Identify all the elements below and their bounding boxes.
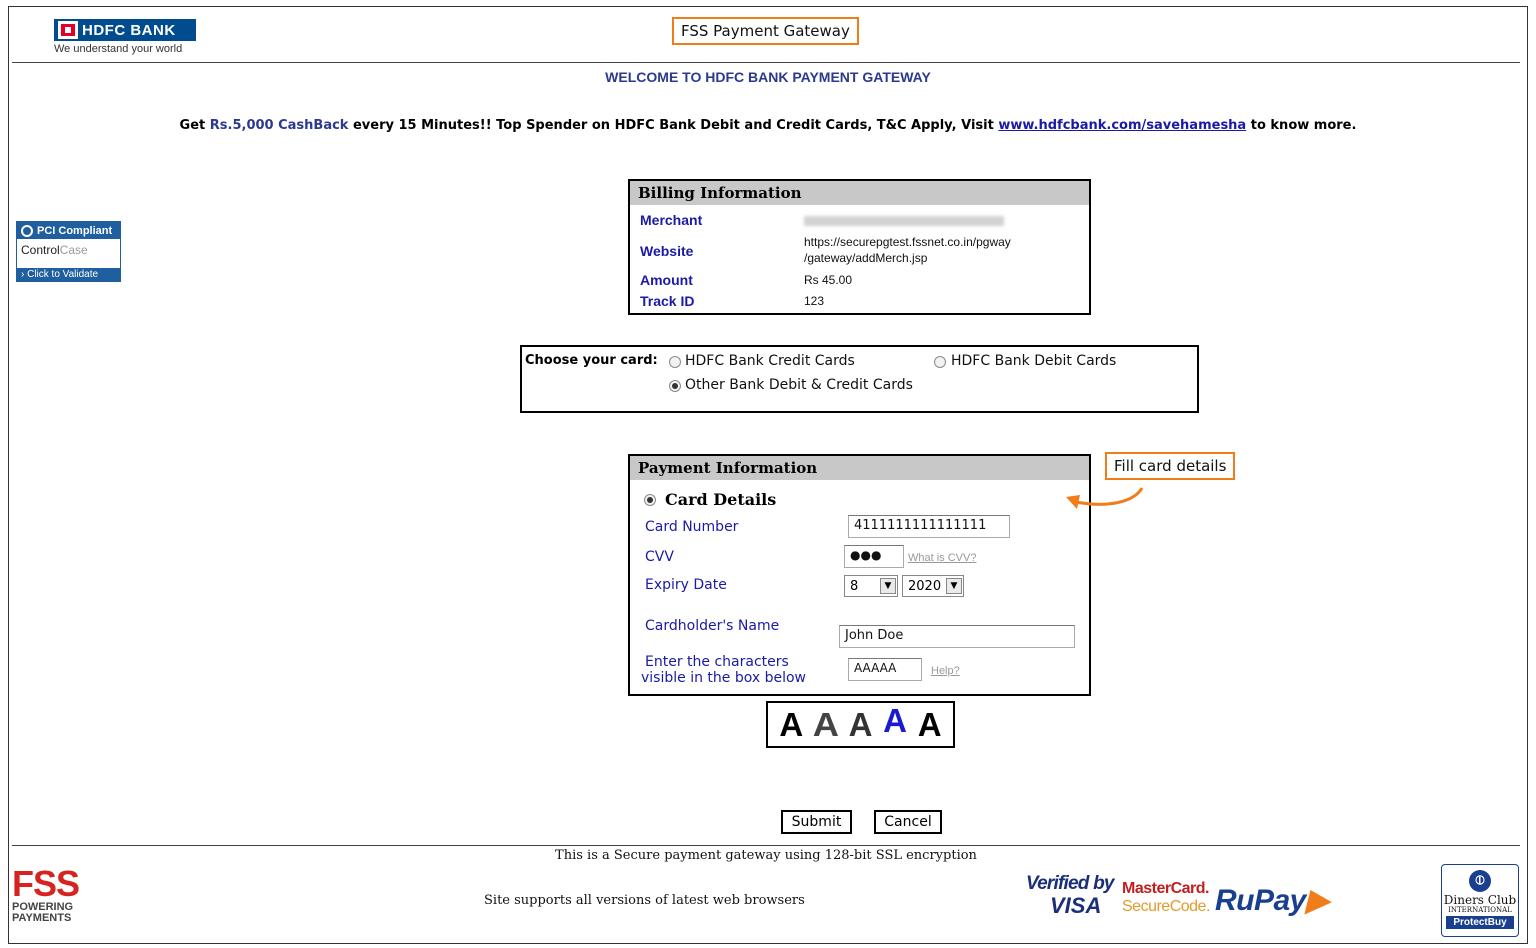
captcha-char: A bbox=[779, 705, 804, 743]
expiry-month-select[interactable]: 8 ▼ bbox=[844, 575, 898, 597]
chevron-down-icon: ▼ bbox=[880, 578, 896, 594]
captcha-input[interactable]: AAAAA bbox=[848, 658, 922, 681]
what-is-cvv-link[interactable]: What is CVV? bbox=[908, 552, 976, 564]
cancel-button[interactable]: Cancel bbox=[874, 810, 942, 834]
card-details-label: Card Details bbox=[665, 490, 777, 509]
amount-label: Amount bbox=[640, 272, 693, 288]
mastercard-securecode-logo: MasterCard. SecureCode. bbox=[1122, 880, 1210, 920]
radio-hdfc-credit[interactable] bbox=[669, 356, 681, 368]
expiry-year-select[interactable]: 2020 ▼ bbox=[902, 575, 964, 597]
card-number-label: Card Number bbox=[645, 519, 739, 535]
website-value-line2: /gateway/addMerch.jsp bbox=[804, 251, 928, 265]
diners-circle-icon: ⦶ bbox=[1469, 870, 1491, 892]
pci-badge-case: Case bbox=[59, 243, 88, 257]
pci-badge-title: PCI Compliant bbox=[37, 224, 113, 237]
verified-by-visa-logo: Verified by VISA bbox=[1026, 873, 1116, 923]
pci-badge-control: Control bbox=[21, 243, 60, 257]
option-hdfc-credit[interactable]: HDFC Bank Credit Cards bbox=[685, 353, 855, 369]
merchant-label: Merchant bbox=[640, 212, 703, 228]
rupay-arrow-icon: ▶ bbox=[1305, 884, 1329, 917]
billing-information-panel: Billing Information Merchant Website htt… bbox=[628, 179, 1091, 315]
secure-gateway-text: This is a Secure payment gateway using 1… bbox=[555, 848, 977, 863]
captcha-char: A bbox=[812, 705, 840, 743]
option-other-bank[interactable]: Other Bank Debit & Credit Cards bbox=[685, 377, 913, 393]
annotation-arrow-icon bbox=[1066, 487, 1144, 509]
captcha-label-line1: Enter the characters bbox=[645, 654, 789, 670]
rupay-text: RuPay bbox=[1215, 884, 1306, 917]
choose-card-panel: Choose your card: HDFC Bank Credit Cards… bbox=[520, 345, 1199, 413]
amount-value: Rs 45.00 bbox=[804, 273, 853, 287]
cvv-input[interactable]: ●●● bbox=[844, 545, 904, 568]
browser-support-text: Site supports all versions of latest web… bbox=[484, 893, 805, 908]
pci-shield-icon bbox=[21, 224, 33, 237]
submit-button[interactable]: Submit bbox=[781, 810, 852, 834]
diners-club-protectbuy-logo: ⦶ Diners Club INTERNATIONAL ProtectBuy bbox=[1441, 864, 1519, 937]
hdfc-logo-text: HDFC BANK bbox=[82, 21, 176, 39]
diners-protectbuy: ProtectBuy bbox=[1446, 916, 1514, 929]
track-id-label: Track ID bbox=[640, 293, 695, 309]
fill-card-details-annotation: Fill card details bbox=[1105, 452, 1236, 480]
msc-line1: MasterCard. bbox=[1122, 880, 1209, 897]
merchant-value-redacted bbox=[804, 216, 1004, 226]
promo-link[interactable]: www.hdfcbank.com/savehamesha bbox=[998, 118, 1246, 133]
radio-card-details[interactable] bbox=[644, 494, 656, 506]
header-divider bbox=[12, 62, 1520, 63]
vbv-line2: VISA bbox=[1050, 893, 1102, 918]
website-label: Website bbox=[640, 243, 694, 259]
payment-title: Payment Information bbox=[630, 456, 1089, 480]
footer-divider bbox=[12, 845, 1520, 846]
welcome-heading: WELCOME TO HDFC BANK PAYMENT GATEWAY bbox=[605, 69, 931, 85]
chevron-down-icon: ▼ bbox=[946, 578, 962, 594]
fss-logo-payments: PAYMENTS bbox=[12, 912, 72, 924]
gateway-annotation: FSS Payment Gateway bbox=[672, 17, 859, 45]
captcha-char: A bbox=[883, 701, 907, 739]
expiry-year-value: 2020 bbox=[908, 578, 942, 594]
hdfc-bank-logo: HDFC BANK We understand your world bbox=[54, 19, 196, 59]
diners-name: Diners Club bbox=[1443, 893, 1517, 907]
hdfc-logo-mark-icon bbox=[58, 21, 78, 39]
fss-logo-text: FSS bbox=[12, 863, 80, 904]
rupay-logo: RuPay▶ bbox=[1215, 883, 1329, 918]
fss-logo: FSS POWERING PAYMENTS bbox=[12, 866, 92, 932]
promo-prefix: Get bbox=[179, 118, 210, 133]
expiry-month-value: 8 bbox=[850, 578, 859, 594]
track-id-value: 123 bbox=[804, 294, 825, 308]
payment-information-panel: Payment Information Card Details Card Nu… bbox=[628, 454, 1091, 696]
radio-other-bank[interactable] bbox=[669, 380, 681, 392]
website-value-line1: https://securepgtest.fssnet.co.in/pgway bbox=[804, 235, 1011, 249]
msc-line2: SecureCode. bbox=[1122, 898, 1210, 915]
choose-card-label: Choose your card: bbox=[525, 353, 658, 368]
radio-hdfc-debit[interactable] bbox=[934, 356, 946, 368]
cardholder-name-input[interactable]: John Doe bbox=[839, 625, 1075, 648]
billing-title: Billing Information bbox=[630, 181, 1089, 205]
captcha-image: A A A A A bbox=[766, 701, 955, 748]
cvv-label: CVV bbox=[645, 549, 674, 565]
cardholder-name-label: Cardholder's Name bbox=[645, 618, 780, 634]
pci-compliant-badge[interactable]: PCI Compliant ControlCase › Click to Val… bbox=[16, 221, 121, 282]
captcha-help-link[interactable]: Help? bbox=[931, 665, 960, 677]
pci-validate-link[interactable]: › Click to Validate bbox=[17, 268, 120, 281]
captcha-char: A bbox=[848, 705, 873, 743]
promo-cashback: Rs.5,000 CashBack bbox=[209, 118, 349, 133]
diners-international: INTERNATIONAL bbox=[1448, 906, 1512, 914]
option-hdfc-debit[interactable]: HDFC Bank Debit Cards bbox=[951, 353, 1116, 369]
captcha-label-line2: visible in the box below bbox=[641, 670, 806, 686]
promo-suffix: to know more. bbox=[1246, 118, 1357, 133]
vbv-line1: Verified by bbox=[1026, 873, 1114, 894]
promo-middle: every 15 Minutes!! Top Spender on HDFC B… bbox=[348, 118, 999, 133]
captcha-char: A bbox=[917, 705, 942, 743]
hdfc-logo-tagline: We understand your world bbox=[54, 43, 183, 55]
card-number-input[interactable]: 4111111111111111 bbox=[848, 515, 1010, 538]
promo-banner: Get Rs.5,000 CashBack every 15 Minutes!!… bbox=[0, 118, 1536, 133]
expiry-date-label: Expiry Date bbox=[645, 577, 727, 593]
